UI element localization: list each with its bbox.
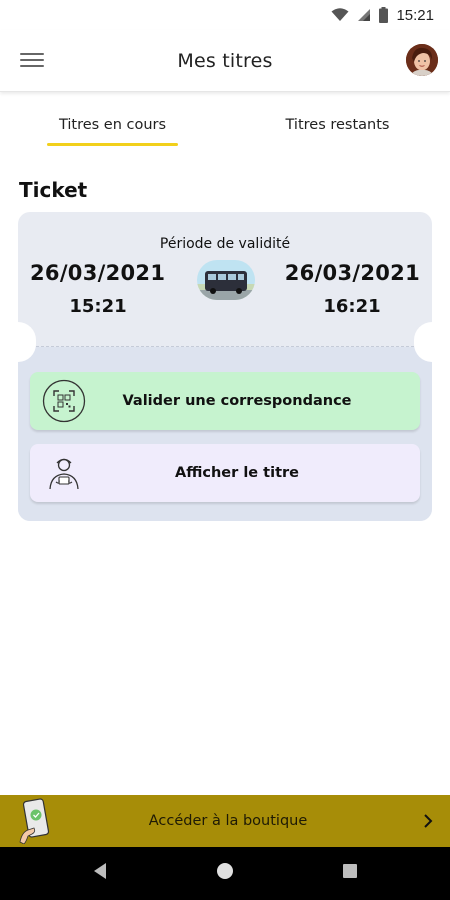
bus-icon (197, 260, 255, 300)
signal-icon (358, 9, 371, 21)
hamburger-menu-icon[interactable] (20, 50, 44, 70)
recents-icon[interactable] (342, 862, 358, 880)
ticket-card: Période de validité 26/03/2021 26/03/202… (18, 212, 432, 521)
app-header: Mes titres (0, 30, 450, 92)
qr-scan-icon (42, 379, 86, 423)
validity-label: Période de validité (159, 236, 291, 252)
inspector-icon (49, 458, 79, 490)
tab-label: Titres en cours (58, 117, 167, 133)
tab-titres-en-cours[interactable]: Titres en cours (0, 100, 225, 150)
chevron-right-icon (424, 814, 433, 828)
shop-banner-label: Accéder à la boutique (148, 813, 308, 829)
home-icon[interactable] (216, 862, 234, 880)
end-date: 26/03/2021 (284, 261, 420, 285)
show-ticket-button[interactable]: Afficher le titre (30, 444, 420, 502)
wifi-icon (331, 8, 349, 21)
ticket-perforation (36, 346, 414, 347)
back-icon[interactable] (92, 862, 108, 880)
start-time: 15:21 (69, 296, 127, 317)
end-time: 16:21 (323, 296, 381, 317)
battery-icon (379, 7, 389, 23)
validate-connection-button[interactable]: Valider une correspondance (30, 372, 420, 430)
tab-bar: Titres en cours Titres restants (0, 100, 450, 150)
status-bar: 15:21 (0, 0, 450, 30)
start-date: 26/03/2021 (30, 261, 166, 285)
page-title: Mes titres (177, 49, 273, 72)
tab-titres-restants[interactable]: Titres restants (225, 100, 450, 150)
show-ticket-label: Afficher le titre (174, 465, 299, 481)
tab-label: Titres restants (285, 117, 390, 133)
user-avatar[interactable] (406, 44, 438, 76)
phone-ticket-icon (19, 798, 50, 844)
system-nav-bar (0, 847, 450, 900)
status-time: 15:21 (396, 6, 434, 24)
shop-banner-button[interactable]: Accéder à la boutique (0, 795, 450, 847)
section-title: Ticket (19, 178, 88, 202)
validate-connection-label: Valider une correspondance (122, 393, 352, 409)
